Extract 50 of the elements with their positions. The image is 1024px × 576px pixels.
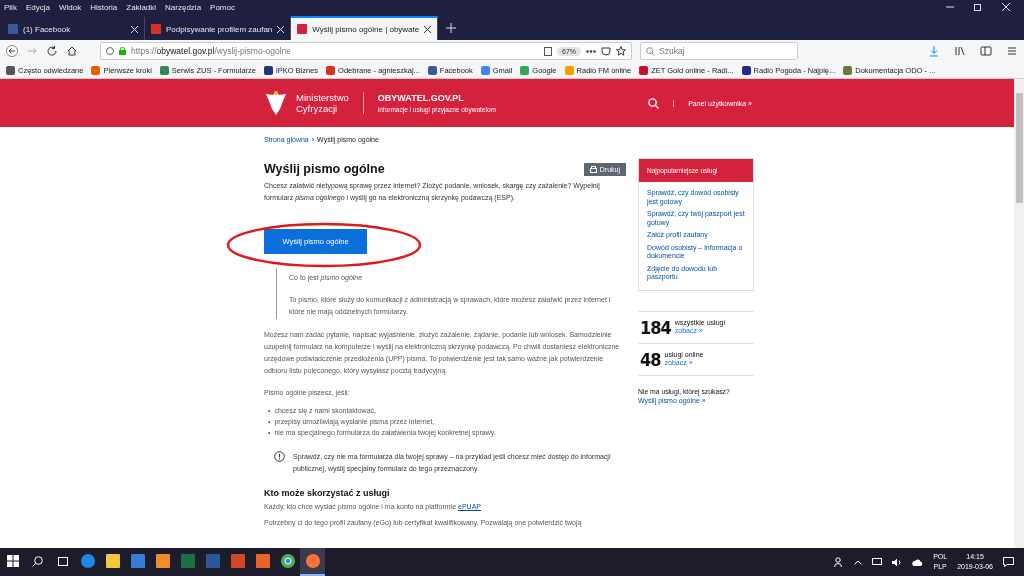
section-title: Kto może skorzystać z usługi [264, 487, 391, 499]
scrollbar[interactable] [1014, 79, 1024, 548]
sidebar-icon[interactable] [980, 45, 992, 57]
menu-item[interactable]: Zakładki [126, 2, 157, 12]
menu-item[interactable]: Widok [58, 2, 82, 12]
windows-icon [6, 555, 19, 567]
taskbar-app[interactable] [300, 548, 325, 576]
ministry-name: Ministerstwo Cyfryzacji [296, 92, 364, 114]
menu-item[interactable]: Narzędzia [165, 2, 202, 12]
library-icon[interactable] [954, 45, 966, 57]
chevron-up-icon[interactable] [854, 559, 863, 565]
reader-icon[interactable] [544, 46, 552, 56]
tab-title: Podpisywanie profilem zaufan [166, 24, 273, 34]
network-icon[interactable] [872, 557, 883, 567]
url-text: https://obywatel.gov.pl/wyslij-pismo-ogolne [131, 46, 292, 56]
star-icon[interactable] [616, 46, 626, 56]
notification-icon[interactable] [1003, 557, 1014, 567]
restore-icon[interactable] [974, 3, 982, 11]
menu-item[interactable]: Pomoc [210, 2, 235, 12]
service-count: 48 [640, 348, 661, 370]
menu-item[interactable]: Historia [90, 2, 118, 12]
exclamation-icon [274, 451, 285, 462]
task-view-icon [56, 555, 69, 567]
browser-tab[interactable]: Wyślij pismo ogólne | obywate [291, 16, 439, 40]
info-icon [106, 47, 114, 55]
reload-icon[interactable] [46, 45, 58, 57]
search-field[interactable]: Szukaj [640, 42, 798, 60]
close-icon[interactable] [424, 25, 432, 33]
people-icon[interactable] [834, 557, 845, 567]
speaker-icon[interactable] [892, 557, 903, 567]
tab-title: Wyślij pismo ogólne | obywate [312, 24, 420, 34]
search-icon [646, 46, 655, 56]
plus-icon[interactable] [446, 23, 457, 33]
search-icon [32, 555, 43, 567]
service-count: 184 [640, 316, 671, 338]
search-icon[interactable] [648, 97, 660, 109]
menu-item[interactable]: Edycja [25, 2, 50, 12]
more-icon[interactable] [586, 49, 596, 53]
menu-icon[interactable] [1006, 45, 1018, 57]
lock-icon [119, 47, 126, 55]
page-title: Wyślij pismo ogólne [264, 163, 385, 175]
home-icon[interactable] [66, 45, 78, 57]
site-title[interactable]: OBYWATEL.GOV.PL [377, 93, 496, 103]
search-input[interactable]: Szukaj [659, 46, 779, 56]
cloud-icon[interactable] [912, 558, 924, 566]
menu-item[interactable]: Plik [4, 2, 17, 12]
tab-title: (1) Facebook [23, 24, 72, 34]
minimize-icon[interactable] [946, 3, 954, 11]
back-icon[interactable] [6, 45, 18, 57]
printer-icon [589, 166, 597, 173]
